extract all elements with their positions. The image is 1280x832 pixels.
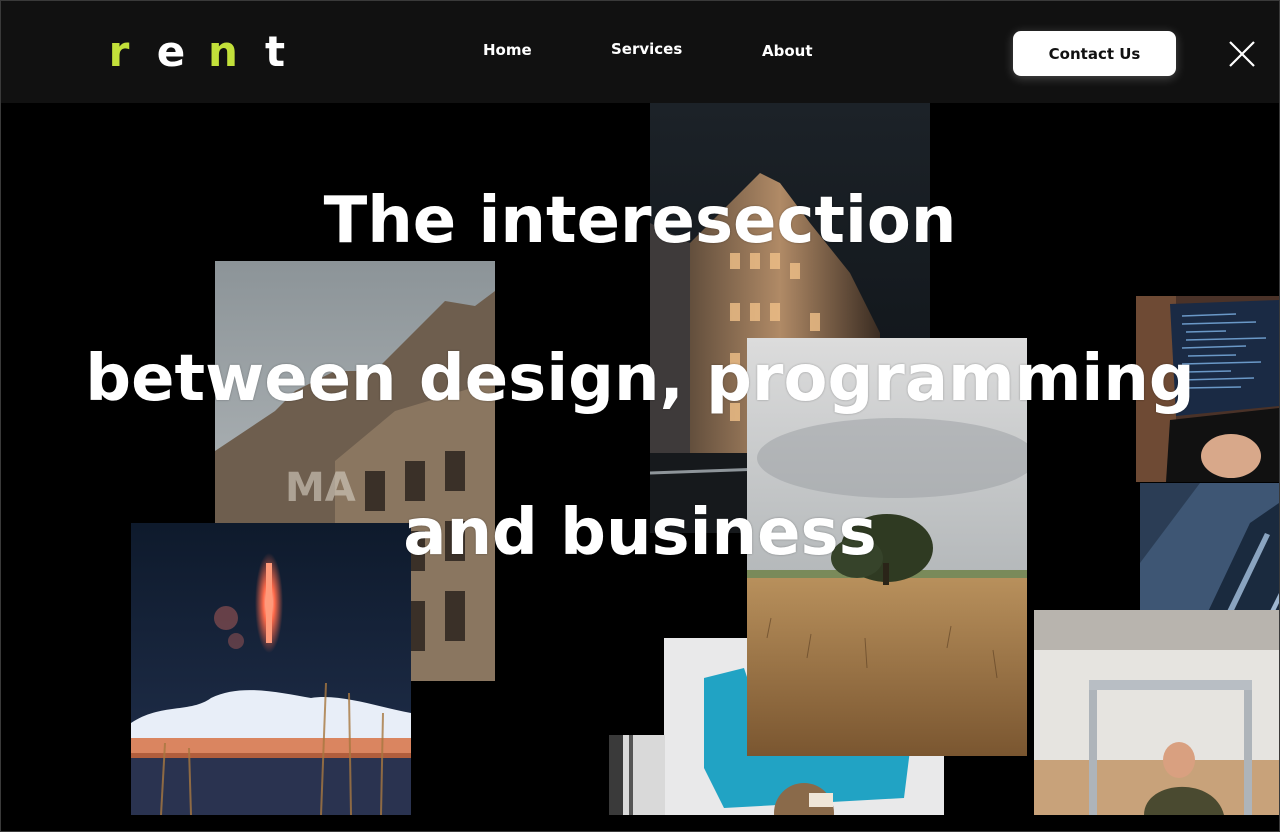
site-header: rent Home Services About Contact Us bbox=[1, 1, 1279, 103]
hero-line-1: The interesection bbox=[323, 184, 957, 258]
close-icon[interactable] bbox=[1227, 39, 1257, 69]
photo-workshop-person bbox=[1034, 610, 1279, 815]
brand-logo[interactable]: rent bbox=[93, 27, 301, 77]
logo-letter-e: e bbox=[156, 27, 186, 76]
logo-letter-t: t bbox=[264, 27, 286, 76]
logo-letter-n: n bbox=[208, 27, 238, 76]
nav-home-link[interactable]: Home bbox=[483, 41, 532, 59]
nav-about-link[interactable]: About bbox=[762, 42, 813, 60]
hero-section: MA The interesection between design, pro… bbox=[1, 103, 1279, 815]
contact-us-button[interactable]: Contact Us bbox=[1013, 31, 1176, 76]
nav-services-link[interactable]: Services bbox=[611, 40, 682, 58]
hero-line-2: between design, programming bbox=[85, 342, 1195, 416]
hero-line-3: and business bbox=[403, 496, 877, 570]
photo-small-strip bbox=[609, 735, 665, 815]
logo-letter-r: r bbox=[108, 27, 130, 76]
